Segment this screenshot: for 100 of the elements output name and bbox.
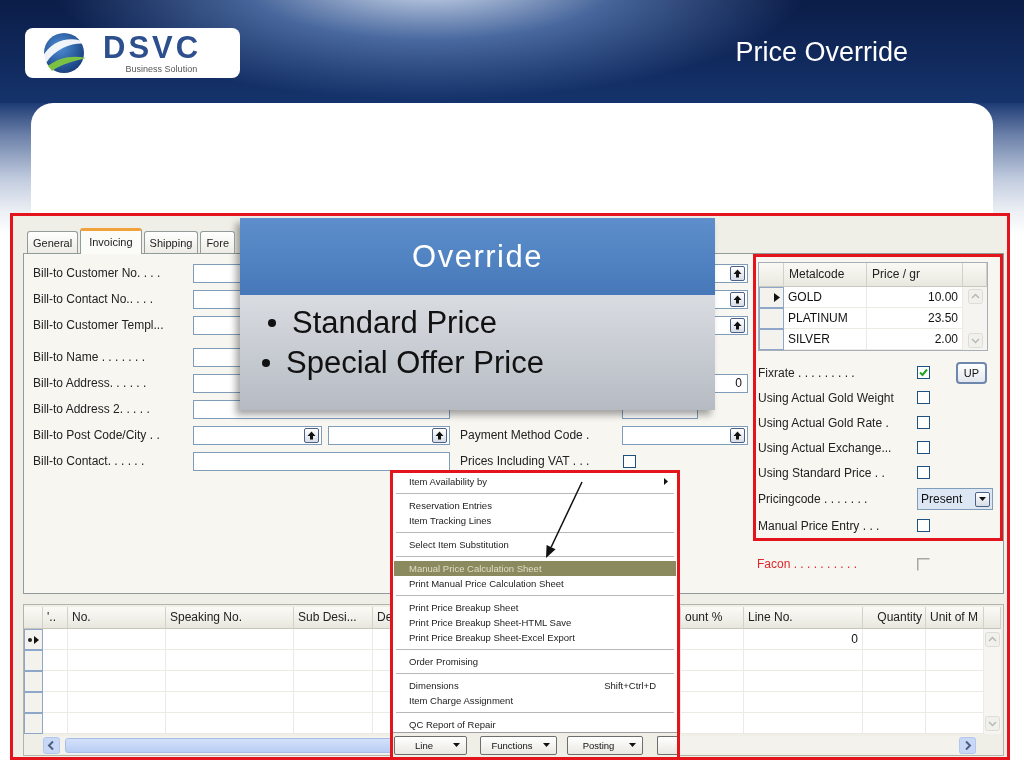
- column-header: Unit of M: [926, 607, 984, 629]
- input-field[interactable]: [715, 315, 748, 335]
- tab[interactable]: Shipping: [143, 231, 199, 253]
- chevron-right-icon[interactable]: [959, 736, 976, 754]
- menu-item[interactable]: Print Manual Price Calculation Sheet: [394, 576, 676, 591]
- menu-item[interactable]: Reservation Entries: [394, 498, 676, 513]
- field-label: Payment Method Code .: [460, 428, 591, 442]
- input-field[interactable]: [193, 451, 450, 471]
- checkbox[interactable]: [623, 454, 636, 468]
- checkbox[interactable]: [917, 519, 930, 532]
- caret-down-icon: [979, 497, 986, 501]
- up-button[interactable]: UP: [956, 361, 987, 384]
- arrow-up-icon: [435, 430, 444, 440]
- table-cell: [863, 650, 926, 671]
- column-header: Sub Desi...: [294, 607, 373, 629]
- menu-item[interactable]: Select Item Substitution: [394, 537, 676, 552]
- menu-item[interactable]: Item Tracking Lines: [394, 513, 676, 528]
- row-selector[interactable]: [759, 287, 784, 308]
- table-cell: [863, 692, 926, 713]
- input-field[interactable]: [193, 373, 240, 393]
- checkbox[interactable]: [917, 391, 930, 404]
- menu-item[interactable]: Item Availability by: [394, 474, 676, 489]
- input-field[interactable]: [193, 289, 240, 309]
- column-header: ount %: [681, 607, 744, 629]
- table-cell: [926, 629, 984, 650]
- menu-item[interactable]: Order Promising: [394, 654, 676, 669]
- menu-item[interactable]: Item Charge Assignment: [394, 693, 676, 708]
- column-header: '..: [43, 607, 68, 629]
- checkbox[interactable]: [917, 441, 930, 454]
- menu-item[interactable]: Print Price Breakup Sheet-HTML Save: [394, 615, 676, 630]
- lookup-button[interactable]: [730, 265, 745, 281]
- input-field[interactable]: [328, 425, 450, 445]
- chevron-left-icon[interactable]: [43, 736, 60, 754]
- caret-right-icon: [664, 478, 668, 485]
- table-cell: [926, 650, 984, 671]
- column-header: [24, 607, 43, 629]
- tab[interactable]: Invoicing: [80, 228, 142, 254]
- field-label: Bill-to Contact No.. . . .: [33, 292, 155, 306]
- input-field[interactable]: [622, 425, 748, 445]
- column-header: Quantity: [863, 607, 926, 629]
- dropdown-button[interactable]: [975, 491, 990, 507]
- table-cell: [926, 692, 984, 713]
- lookup-button[interactable]: [304, 427, 319, 443]
- checkbox[interactable]: [917, 366, 930, 379]
- lookup-button[interactable]: [432, 427, 447, 443]
- tab[interactable]: General: [27, 231, 79, 253]
- field-label: Bill-to Customer No. . . .: [33, 266, 162, 280]
- field-label: Bill-to Name . . . . . . .: [33, 350, 147, 364]
- row-pointer-icon: [774, 293, 780, 302]
- lookup-button[interactable]: [730, 291, 745, 307]
- table-cell: [43, 629, 68, 650]
- field-label: Using Actual Exchange...: [758, 440, 893, 455]
- caret-down-icon: [629, 743, 636, 747]
- bullet-text: Special Offer Price: [286, 345, 544, 381]
- table-cell: 23.50: [867, 308, 963, 329]
- menu-item[interactable]: Dimensions Shift+Ctrl+D: [394, 678, 676, 693]
- input-field[interactable]: 0: [715, 373, 748, 393]
- input-field[interactable]: [193, 425, 322, 445]
- table-cell: 2.00: [867, 329, 963, 350]
- arrow-up-icon: [307, 430, 316, 440]
- column-header: Price / gr: [867, 263, 963, 287]
- lookup-button[interactable]: [730, 427, 745, 443]
- dropdown-field[interactable]: Present: [917, 488, 993, 510]
- input-field[interactable]: [715, 289, 748, 309]
- lookup-button[interactable]: [730, 317, 745, 333]
- field-label: Fixrate . . . . . . . . .: [758, 365, 856, 380]
- field-label: Using Standard Price . .: [758, 465, 886, 480]
- column-header: [984, 607, 1001, 629]
- checkbox[interactable]: [917, 416, 930, 429]
- menu-item[interactable]: Print Price Breakup Sheet-Excel Export: [394, 630, 676, 645]
- dropdown-button[interactable]: Functions: [480, 735, 557, 755]
- input-field[interactable]: [715, 263, 748, 283]
- column-header: No.: [68, 607, 166, 629]
- input-field[interactable]: [193, 347, 240, 367]
- arrow-up-icon: [733, 320, 742, 330]
- arrow-up-icon: [733, 268, 742, 278]
- bullet-icon: [262, 359, 270, 367]
- column-header: [963, 263, 987, 287]
- column-header: Speaking No.: [166, 607, 294, 629]
- field-label: Using Actual Gold Rate .: [758, 415, 890, 430]
- shortcut-label: Shift+Ctrl+D: [604, 679, 656, 693]
- table-cell: GOLD: [784, 287, 867, 308]
- table-cell: [926, 671, 984, 692]
- dropdown-button[interactable]: Posting: [567, 735, 643, 755]
- table-cell: PLATINUM: [784, 308, 867, 329]
- table-cell: SILVER: [784, 329, 867, 350]
- input-field[interactable]: [193, 315, 240, 335]
- menu-item[interactable]: QC Report of Repair: [394, 717, 676, 732]
- field-label: Bill-to Address. . . . . .: [33, 376, 148, 390]
- field-label: Bill-to Address 2. . . . .: [33, 402, 151, 416]
- row-selector[interactable]: [24, 629, 43, 650]
- logo-wordmark: DSVC: [103, 31, 202, 64]
- checkbox[interactable]: [917, 466, 930, 479]
- input-field[interactable]: [193, 263, 240, 283]
- bullet-text: Standard Price: [292, 305, 498, 341]
- table-cell: [43, 713, 68, 734]
- dropdown-button[interactable]: Line: [394, 735, 467, 755]
- arrow-up-icon: [733, 430, 742, 440]
- table-cell: 0: [744, 629, 863, 650]
- tab[interactable]: Fore: [200, 231, 235, 253]
